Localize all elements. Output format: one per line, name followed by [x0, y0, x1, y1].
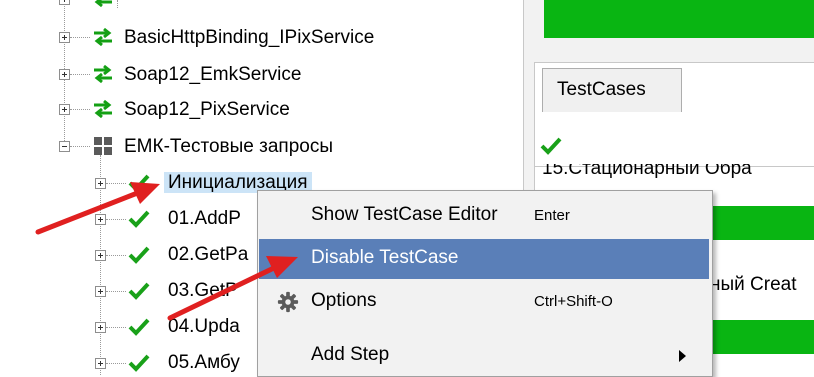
tree-connector: [106, 327, 126, 328]
tree-item-label: 02.GetPa: [168, 244, 249, 265]
tree-connector: [106, 255, 126, 256]
tree-connector: [70, 146, 90, 147]
tree-item-label: Soap12_EmkService: [124, 64, 302, 85]
expand-toggle[interactable]: [59, 69, 70, 80]
menu-item-label: Add Step: [311, 344, 390, 365]
checkmark-icon: [128, 210, 150, 228]
tree-item-label: ЕМК-Тестовые запросы: [124, 136, 334, 157]
checkmark-icon: [128, 246, 150, 264]
interface-icon: [94, 27, 112, 47]
menu-item-shortcut: Ctrl+Shift-O: [534, 293, 613, 310]
tree-connector: [70, 37, 90, 38]
expand-toggle[interactable]: [59, 0, 70, 5]
menu-item-add-step[interactable]: Add Step: [259, 336, 709, 376]
expand-toggle[interactable]: [59, 32, 70, 43]
gear-icon: [277, 291, 299, 313]
menu-item-label: Options: [311, 290, 377, 311]
collapse-toggle[interactable]: [59, 141, 70, 152]
tree-item-emk-test-suite[interactable]: ЕМК-Тестовые запросы: [124, 135, 333, 159]
tree-item-testcase[interactable]: 03.GetP: [168, 279, 238, 303]
context-menu: Show TestCase Editor Enter Disable TestC…: [257, 190, 713, 377]
testcase-row-label: 15.Стационарный Обра: [542, 164, 752, 179]
tree-item-testcase[interactable]: 02.GetPa: [168, 243, 248, 267]
tree-item-basichttpbinding[interactable]: BasicHttpBinding_IPixService: [124, 26, 374, 50]
tree-item-label: 04.Upda: [168, 316, 240, 337]
expand-toggle[interactable]: [95, 214, 106, 225]
menu-item-disable-testcase[interactable]: Disable TestCase: [259, 239, 709, 279]
tree-item-label: Soap12_PixService: [124, 99, 290, 120]
checkmark-icon: [128, 174, 150, 192]
menu-item-shortcut: Enter: [534, 207, 570, 224]
tab-testcases[interactable]: TestCases: [542, 68, 682, 112]
menu-item-options[interactable]: Options Ctrl+Shift-O: [259, 282, 709, 322]
tree-connector: [70, 109, 90, 110]
testsuite-icon: [94, 137, 112, 155]
tree-item-label: 03.GetP: [168, 280, 238, 301]
tree-item-label: BasicHttpBinding_IPixService: [124, 27, 375, 48]
interface-icon: [94, 99, 112, 119]
tree-item-soap12-pixservice[interactable]: Soap12_PixService: [124, 98, 290, 122]
tab-label: TestCases: [557, 79, 646, 100]
expand-toggle[interactable]: [59, 104, 70, 115]
checkmark-icon: [128, 282, 150, 300]
tree-connector: [70, 74, 90, 75]
checkmark-icon: [128, 318, 150, 336]
tree-item-label: 01.AddP: [168, 208, 241, 229]
tree-item-testcase[interactable]: 01.AddP: [168, 207, 241, 231]
tree-connector: [106, 219, 126, 220]
tree-connector: [106, 291, 126, 292]
tree-connector: [106, 183, 126, 184]
expand-toggle[interactable]: [95, 286, 106, 297]
tree-connector: [106, 363, 126, 364]
tree-item-testcase[interactable]: 05.Амбу: [168, 351, 240, 375]
tree-connector: [117, 0, 118, 8]
menu-item-label: Show TestCase Editor: [311, 204, 498, 225]
submenu-arrow-icon: [679, 350, 686, 362]
checkmark-icon: [128, 354, 150, 372]
menu-item-label: Disable TestCase: [311, 247, 459, 268]
suite-progress-bar: [544, 0, 814, 38]
checkmark-icon: [540, 137, 562, 155]
menu-item-show-testcase-editor[interactable]: Show TestCase Editor Enter: [259, 196, 709, 236]
expand-toggle[interactable]: [95, 250, 106, 261]
tree-item-label: 05.Амбу: [168, 352, 240, 373]
expand-toggle[interactable]: [95, 358, 106, 369]
testcase-row-label: ный Creat: [710, 274, 797, 295]
tree-item-soap12-emkservice[interactable]: Soap12_EmkService: [124, 63, 301, 87]
expand-toggle[interactable]: [95, 322, 106, 333]
tree-item-testcase[interactable]: 04.Upda: [168, 315, 240, 339]
expand-toggle[interactable]: [95, 178, 106, 189]
interface-icon: [94, 64, 112, 84]
interface-icon: [94, 0, 112, 8]
